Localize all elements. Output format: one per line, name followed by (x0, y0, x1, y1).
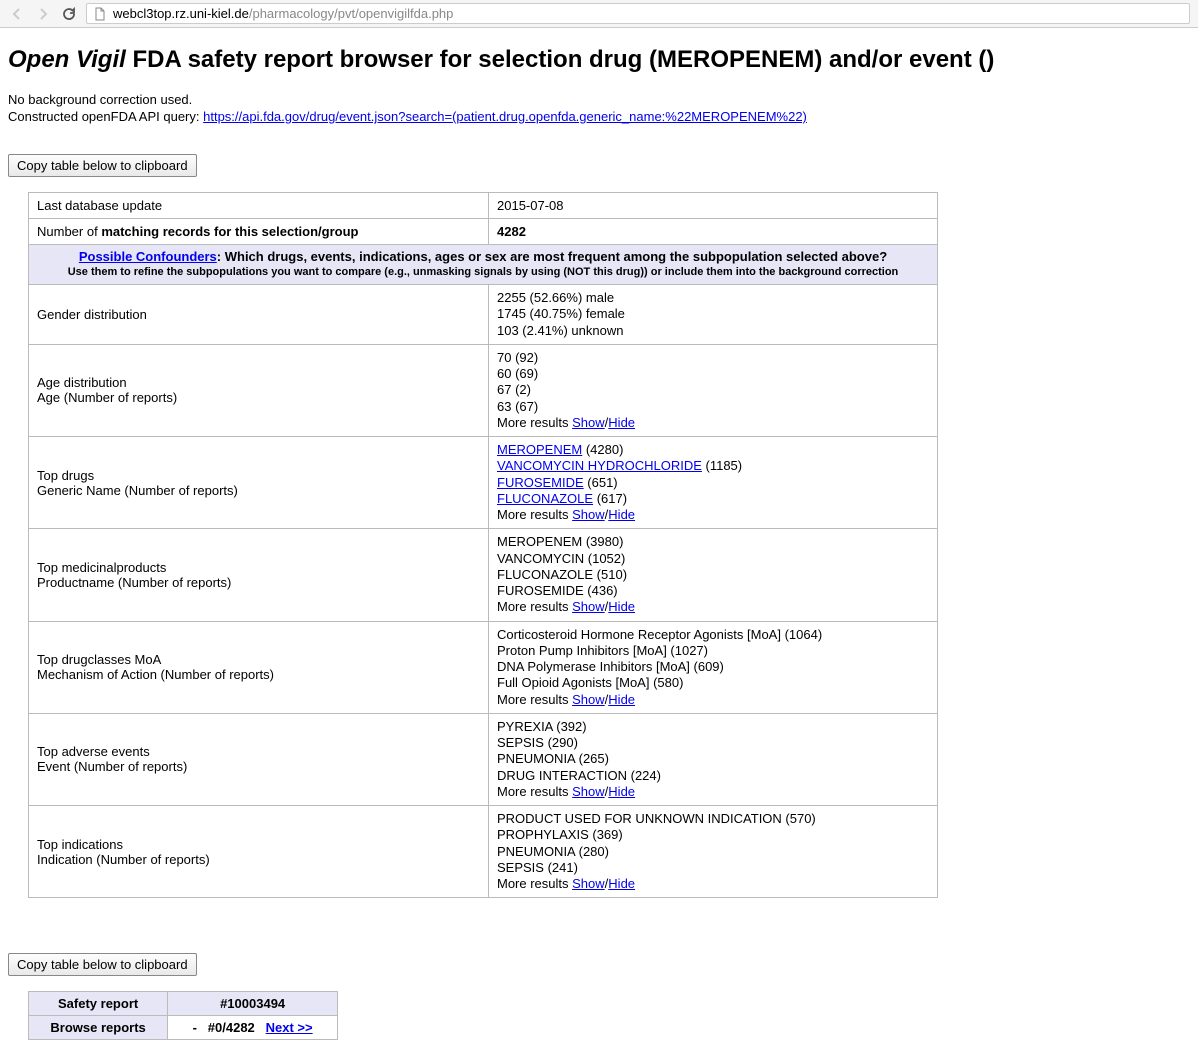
drug-link[interactable]: FUROSEMIDE (497, 475, 584, 490)
browse-reports-nav: - #0/4282 Next >> (168, 1016, 338, 1040)
drug-link[interactable]: VANCOMYCIN HYDROCHLORIDE (497, 458, 702, 473)
next-link[interactable]: Next >> (266, 1020, 313, 1035)
age-values: 70 (92) 60 (69) 67 (2) 63 (67) More resu… (489, 344, 938, 436)
matching-records-label: Number of matching records for this sele… (29, 219, 489, 245)
last-update-label: Last database update (29, 193, 489, 219)
report-nav-table: Safety report #10003494 Browse reports -… (28, 991, 338, 1040)
bg-correction-text: No background correction used. (8, 92, 1190, 107)
matching-records-value: 4282 (489, 219, 938, 245)
url-bar[interactable]: webcl3top.rz.uni-kiel.de/pharmacology/pv… (86, 3, 1190, 24)
safety-report-id: #10003494 (168, 992, 338, 1016)
hide-link[interactable]: Hide (608, 415, 635, 430)
show-link[interactable]: Show (572, 692, 605, 707)
url-text: webcl3top.rz.uni-kiel.de/pharmacology/pv… (113, 6, 453, 21)
top-events-values: PYREXIA (392) SEPSIS (290) PNEUMONIA (26… (489, 713, 938, 805)
top-drugs-label: Top drugs Generic Name (Number of report… (29, 437, 489, 529)
top-indications-label: Top indications Indication (Number of re… (29, 806, 489, 898)
summary-table: Last database update 2015-07-08 Number o… (28, 192, 938, 898)
confounders-header: Possible Confounders: Which drugs, event… (29, 245, 938, 285)
show-link[interactable]: Show (572, 784, 605, 799)
gender-label: Gender distribution (29, 285, 489, 345)
back-icon[interactable] (8, 5, 26, 23)
top-drugs-values: MEROPENEM (4280) VANCOMYCIN HYDROCHLORID… (489, 437, 938, 529)
show-link[interactable]: Show (572, 415, 605, 430)
top-events-label: Top adverse events Event (Number of repo… (29, 713, 489, 805)
drug-link[interactable]: MEROPENEM (497, 442, 582, 457)
page-title: Open Vigil FDA safety report browser for… (8, 46, 1190, 74)
hide-link[interactable]: Hide (608, 692, 635, 707)
page-icon (93, 7, 107, 21)
show-link[interactable]: Show (572, 876, 605, 891)
age-label: Age distribution Age (Number of reports) (29, 344, 489, 436)
hide-link[interactable]: Hide (608, 507, 635, 522)
show-link[interactable]: Show (572, 599, 605, 614)
browse-reports-label: Browse reports (29, 1016, 168, 1040)
browser-toolbar: webcl3top.rz.uni-kiel.de/pharmacology/pv… (0, 0, 1198, 28)
possible-confounders-link[interactable]: Possible Confounders (79, 249, 217, 264)
last-update-value: 2015-07-08 (489, 193, 938, 219)
show-link[interactable]: Show (572, 507, 605, 522)
forward-icon[interactable] (34, 5, 52, 23)
safety-report-header: Safety report (29, 992, 168, 1016)
top-classes-label: Top drugclasses MoA Mechanism of Action … (29, 621, 489, 713)
top-products-values: MEROPENEM (3980) VANCOMYCIN (1052) FLUCO… (489, 529, 938, 621)
api-query-line: Constructed openFDA API query: https://a… (8, 109, 1190, 124)
copy-table-button[interactable]: Copy table below to clipboard (8, 953, 197, 976)
copy-table-button[interactable]: Copy table below to clipboard (8, 154, 197, 177)
gender-values: 2255 (52.66%) male 1745 (40.75%) female … (489, 285, 938, 345)
api-query-link[interactable]: https://api.fda.gov/drug/event.json?sear… (203, 109, 807, 124)
hide-link[interactable]: Hide (608, 784, 635, 799)
hide-link[interactable]: Hide (608, 876, 635, 891)
top-classes-values: Corticosteroid Hormone Receptor Agonists… (489, 621, 938, 713)
reload-icon[interactable] (60, 5, 78, 23)
top-products-label: Top medicinalproducts Productname (Numbe… (29, 529, 489, 621)
hide-link[interactable]: Hide (608, 599, 635, 614)
drug-link[interactable]: FLUCONAZOLE (497, 491, 593, 506)
top-indications-values: PRODUCT USED FOR UNKNOWN INDICATION (570… (489, 806, 938, 898)
